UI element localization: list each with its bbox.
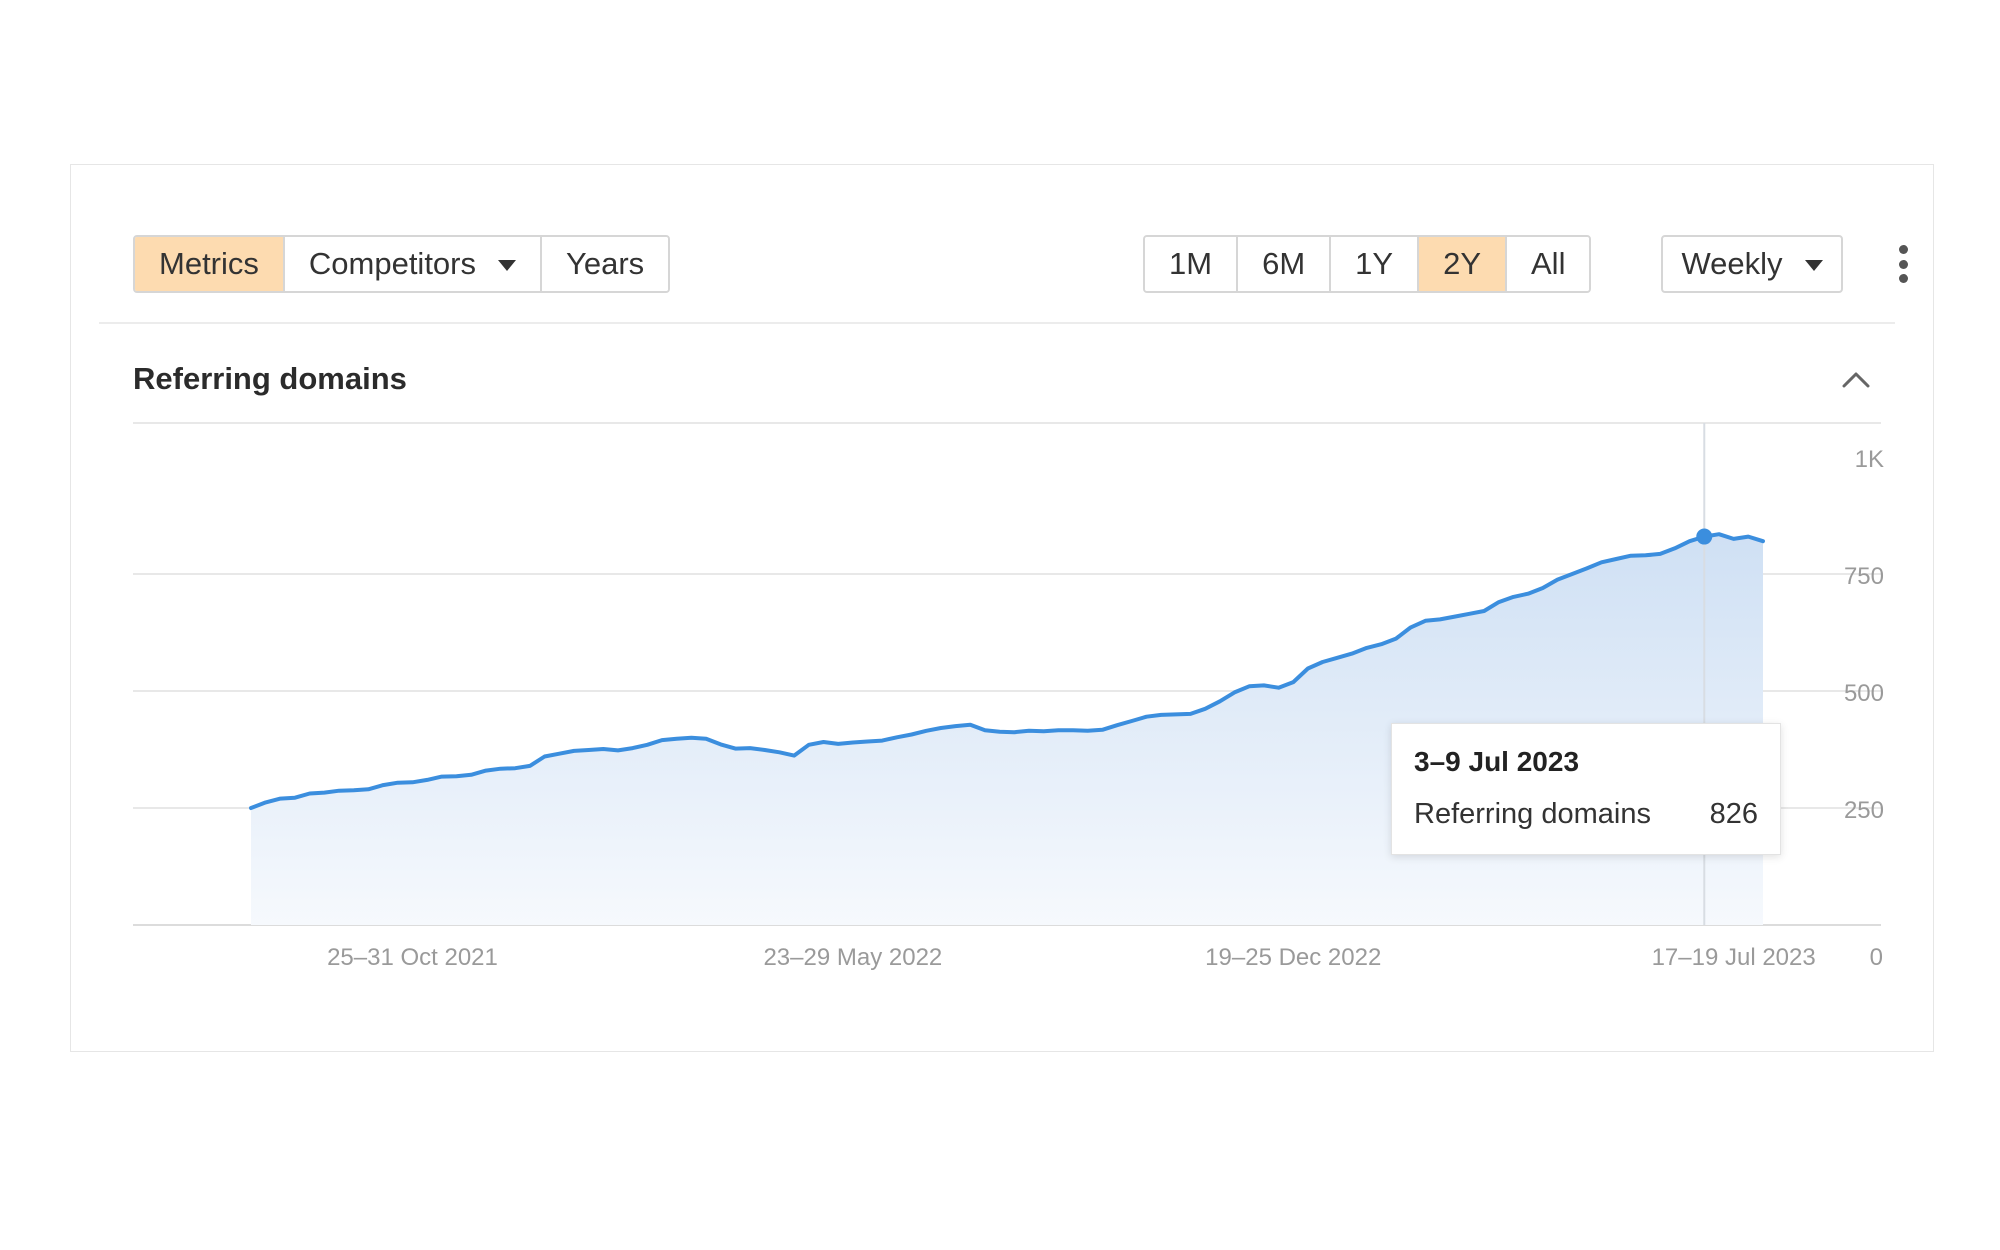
y-tick-label: 1K	[1855, 446, 1884, 473]
referring-domains-card: Metrics Competitors Years 1M 6M 1Y 2Y Al…	[70, 164, 1934, 1052]
tooltip-row: Referring domains 826	[1414, 798, 1758, 831]
x-tick-label: 25–31 Oct 2021	[327, 944, 498, 971]
x-tick-label: 23–29 May 2022	[763, 944, 942, 971]
y-tick-label: 750	[1844, 563, 1884, 590]
chart-tooltip: 3–9 Jul 2023 Referring domains 826	[1391, 723, 1781, 855]
tooltip-date: 3–9 Jul 2023	[1414, 746, 1580, 777]
x-tick-label: 19–25 Dec 2022	[1205, 944, 1381, 971]
referring-domains-chart: 0 250 500 750 1K 25–31 Oct 2021 23–29 May 2022…	[133, 422, 1884, 971]
y-tick-label: 0	[1870, 944, 1883, 971]
y-tick-label: 500	[1844, 680, 1884, 707]
tooltip-metric-label: Referring domains	[1414, 798, 1651, 830]
x-tick-label: 17–19 Jul 2023	[1652, 944, 1816, 971]
highlight-point	[1696, 528, 1713, 545]
tooltip-metric-value: 826	[1709, 798, 1758, 830]
y-tick-label: 250	[1844, 797, 1884, 824]
